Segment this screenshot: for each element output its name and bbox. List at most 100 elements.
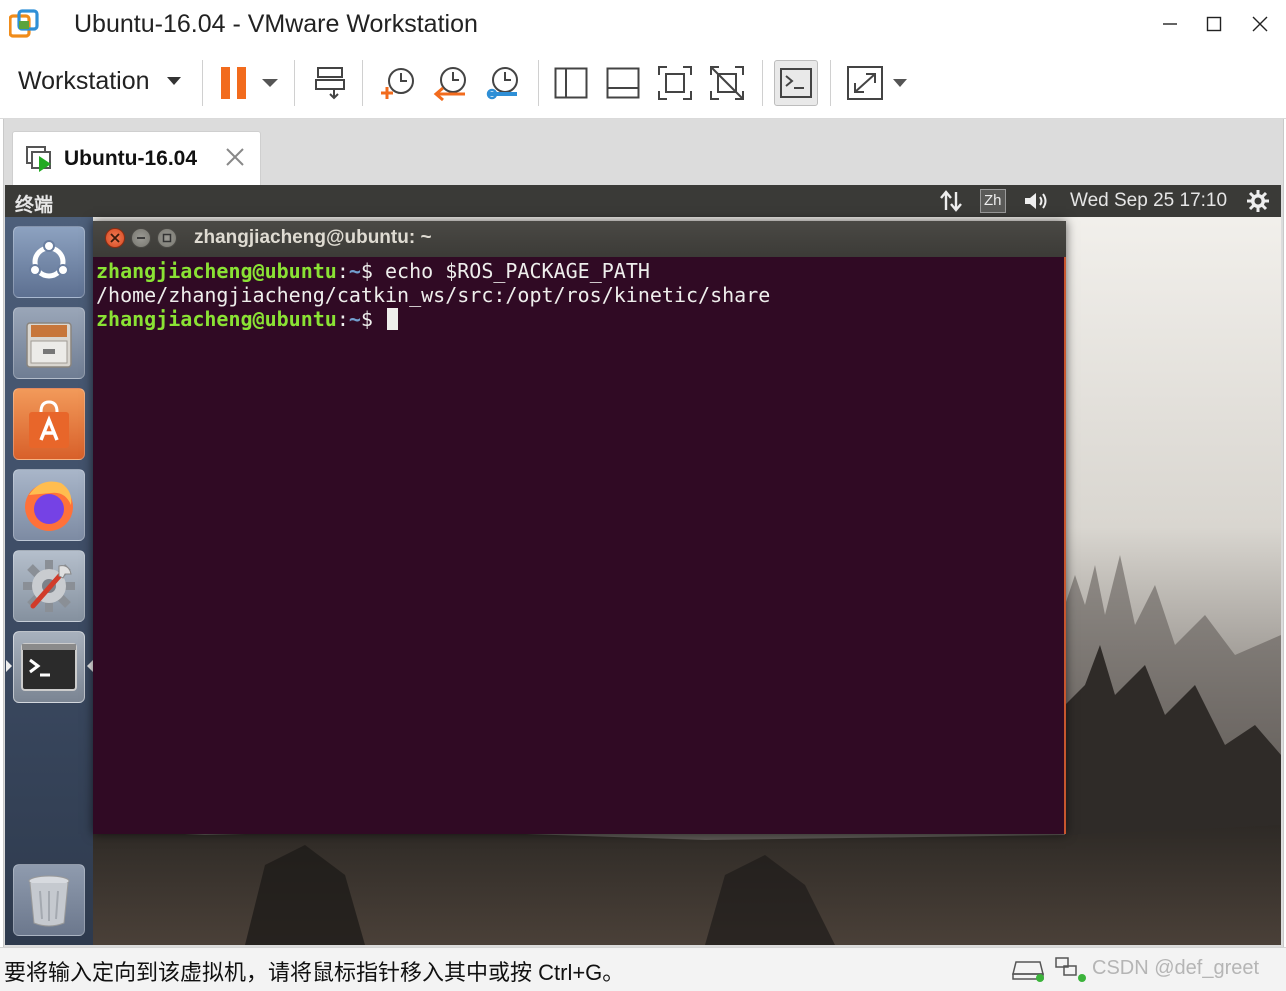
terminal-title: zhangjiacheng@ubuntu: ~ — [194, 227, 432, 248]
network-icon — [940, 190, 962, 212]
full-screen-button[interactable] — [652, 60, 698, 106]
prompt-path: ~ — [348, 259, 361, 283]
minimize-icon — [1163, 23, 1177, 25]
take-snapshot-button[interactable] — [376, 60, 420, 106]
stretch-guest-button[interactable] — [842, 60, 912, 106]
hard-disk-icon[interactable] — [1012, 956, 1046, 982]
terminal-close-button[interactable] — [105, 228, 125, 248]
gear-icon — [1247, 190, 1269, 212]
toolbar-divider — [762, 60, 763, 106]
vm-running-icon — [26, 146, 51, 172]
launcher-files[interactable] — [13, 307, 85, 379]
volume-indicator[interactable] — [1023, 189, 1051, 213]
maximize-icon — [162, 233, 172, 243]
chevron-down-icon — [893, 79, 907, 87]
unity-launcher — [5, 217, 93, 945]
toolbar-divider — [830, 60, 831, 106]
terminal-line: /home/zhangjiacheng/catkin_ws/src:/opt/r… — [96, 283, 1056, 307]
terminal-titlebar[interactable]: zhangjiacheng@ubuntu: ~ — [93, 221, 1066, 257]
terminal-output[interactable]: zhangjiacheng@ubuntu:~$ echo $ROS_PACKAG… — [96, 259, 1056, 834]
fullscreen-icon — [658, 66, 692, 100]
pause-button[interactable] — [216, 60, 282, 106]
volume-icon — [1025, 193, 1047, 209]
prompt-user: zhangjiacheng@ubuntu — [96, 307, 337, 331]
prompt-symbol: $ — [360, 307, 386, 331]
title-bar: Ubuntu-16.04 - VMware Workstation — [0, 0, 1286, 48]
shopping-bag-icon — [29, 400, 69, 448]
trash-icon — [28, 875, 70, 927]
workstation-menu[interactable]: Workstation — [10, 64, 190, 98]
launcher-software-center[interactable] — [13, 388, 85, 460]
tab-ubuntu[interactable]: Ubuntu-16.04 — [12, 131, 261, 186]
terminal-icon — [21, 643, 77, 691]
console-view-button[interactable] — [774, 60, 818, 106]
maximize-icon — [1206, 16, 1222, 32]
ubuntu-top-panel: 终端 Zh Wed Sep 25 17:10 — [5, 185, 1281, 217]
terminal-minimize-button[interactable] — [131, 228, 151, 248]
prompt-symbol: $ — [360, 259, 386, 283]
active-app-arrow-icon — [6, 660, 12, 672]
input-method-label: Zh — [980, 189, 1006, 213]
snapshot-revert-icon — [433, 67, 466, 102]
close-icon — [1252, 16, 1268, 32]
close-tab-icon[interactable] — [225, 147, 245, 167]
command-output: /home/zhangjiacheng/catkin_ws/src:/opt/r… — [96, 283, 771, 307]
close-button[interactable] — [1240, 6, 1280, 42]
launcher-dash-home[interactable] — [13, 226, 85, 298]
console-icon — [780, 68, 812, 98]
system-menu[interactable] — [1246, 189, 1270, 213]
prompt-user: zhangjiacheng@ubuntu — [96, 259, 337, 283]
launcher-system-settings[interactable] — [13, 550, 85, 622]
status-bar: 要将输入定向到该虚拟机，请将鼠标指针移入其中或按 Ctrl+G。 CSDN @d… — [0, 947, 1286, 991]
unity-icon — [710, 66, 744, 100]
library-icon — [554, 67, 588, 99]
snapshot-add-icon — [381, 68, 414, 99]
toolbar-divider — [362, 60, 363, 106]
settings-wrench-icon — [23, 560, 75, 612]
prompt-separator: : — [336, 307, 349, 331]
status-message: 要将输入定向到该虚拟机，请将鼠标指针移入其中或按 Ctrl+G。 — [4, 960, 625, 985]
launcher-terminal[interactable] — [13, 631, 85, 703]
send-ctrl-alt-del-button[interactable] — [308, 60, 352, 106]
maximize-button[interactable] — [1194, 6, 1234, 42]
prompt-separator: : — [336, 259, 349, 283]
active-app-title: 终端 — [15, 195, 54, 216]
toolbar-divider — [202, 60, 203, 106]
tab-ubuntu-label: Ubuntu-16.04 — [64, 147, 198, 170]
network-adapter-icon[interactable] — [1054, 956, 1088, 982]
guest-screen[interactable]: 终端 Zh Wed Sep 25 17:10 zhangjiacheng@ubu… — [5, 185, 1281, 945]
chevron-down-icon — [166, 77, 181, 85]
pause-icon — [221, 67, 246, 99]
terminal-window[interactable]: zhangjiacheng@ubuntu: ~ zhangjiacheng@ub… — [93, 221, 1066, 834]
minimize-icon — [137, 237, 145, 239]
close-icon — [110, 233, 120, 243]
network-indicator[interactable] — [939, 189, 963, 213]
input-method-indicator[interactable]: Zh — [980, 189, 1006, 213]
thumbnail-bar-icon — [606, 67, 640, 99]
device-status-icons — [1012, 956, 1088, 982]
revert-snapshot-button[interactable] — [428, 60, 472, 106]
show-thumbnail-button[interactable] — [600, 60, 646, 106]
minimize-button[interactable] — [1150, 6, 1190, 42]
clock-indicator[interactable]: Wed Sep 25 17:10 — [1070, 189, 1227, 213]
chevron-down-icon — [262, 79, 278, 87]
send-keys-icon — [315, 67, 345, 100]
terminal-line: zhangjiacheng@ubuntu:~$ echo $ROS_PACKAG… — [96, 259, 1056, 283]
clock: Wed Sep 25 17:10 — [1070, 190, 1228, 211]
terminal-focus-edge — [1064, 257, 1066, 834]
launcher-trash[interactable] — [13, 864, 85, 936]
command-text: echo $ROS_PACKAGE_PATH — [385, 259, 650, 283]
launcher-firefox[interactable] — [13, 469, 85, 541]
terminal-maximize-button[interactable] — [157, 228, 177, 248]
unity-button[interactable] — [704, 60, 750, 106]
toolbar: Workstation — [0, 48, 1286, 119]
prompt-path: ~ — [348, 307, 361, 331]
vmware-logo-icon — [9, 9, 39, 38]
watermark: CSDN @def_greet — [1092, 957, 1260, 979]
workstation-menu-label: Workstation — [18, 66, 150, 95]
snapshot-manager-icon — [486, 67, 518, 100]
snapshot-manager-button[interactable] — [480, 60, 524, 106]
toolbar-divider — [294, 60, 295, 106]
show-library-button[interactable] — [548, 60, 594, 106]
firefox-icon — [25, 481, 73, 531]
